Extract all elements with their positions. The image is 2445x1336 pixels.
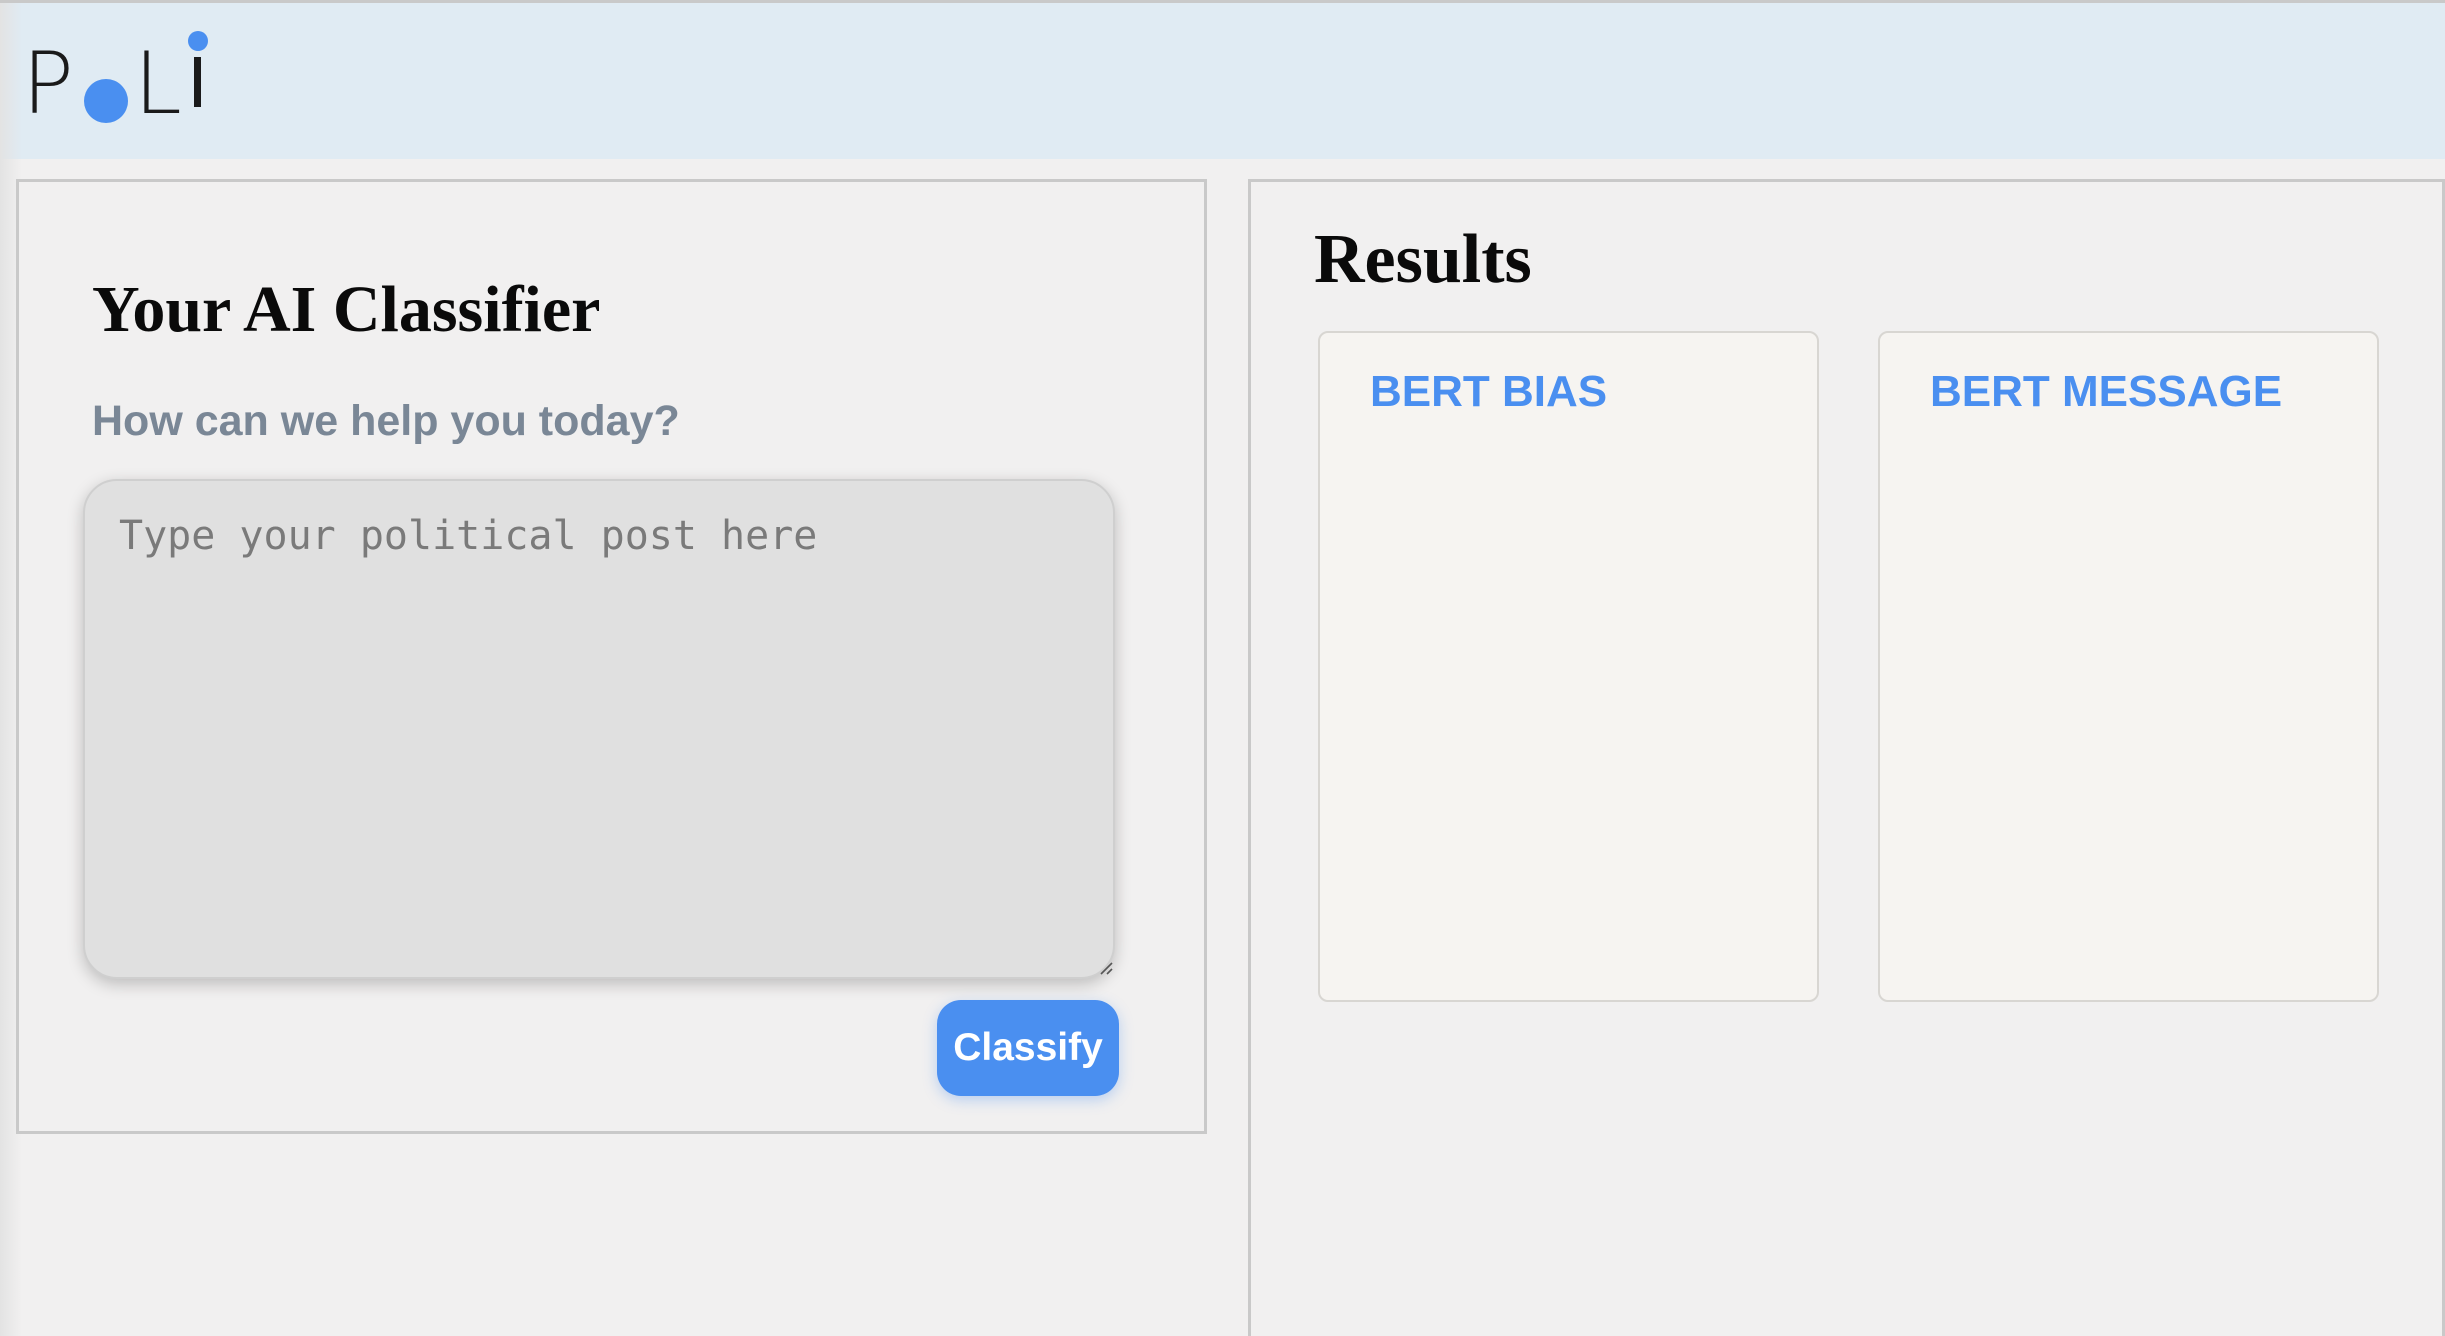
classifier-panel: Your AI Classifier How can we help you t… bbox=[16, 179, 1207, 1134]
resize-grip-icon[interactable] bbox=[1097, 959, 1113, 975]
bert-message-card: BERT MESSAGE bbox=[1878, 331, 2379, 1002]
post-input[interactable] bbox=[83, 479, 1115, 979]
bert-bias-title: BERT BIAS bbox=[1370, 367, 1608, 416]
bert-bias-card: BERT BIAS bbox=[1318, 331, 1819, 1002]
bert-message-title: BERT MESSAGE bbox=[1930, 367, 2283, 416]
results-title: Results bbox=[1314, 221, 1532, 298]
logo-dot-icon bbox=[83, 79, 128, 123]
top-header: P L bbox=[0, 3, 2445, 159]
logo-i-stem bbox=[193, 57, 201, 107]
results-panel: Results BERT BIAS BERT MESSAGE bbox=[1248, 179, 2445, 1336]
logo-letter-l: L bbox=[133, 34, 182, 134]
logo-letter-p: P bbox=[22, 34, 74, 134]
classifier-title: Your AI Classifier bbox=[92, 273, 601, 346]
poli-logo[interactable]: P L bbox=[22, 31, 208, 134]
app-page: P L Your AI Classifier How can we help y… bbox=[0, 0, 2445, 1336]
logo-i-glyph bbox=[182, 31, 208, 127]
classify-button[interactable]: Classify bbox=[937, 1000, 1119, 1096]
classifier-subtitle: How can we help you today? bbox=[92, 397, 680, 445]
logo-i-dot-icon bbox=[187, 31, 208, 51]
